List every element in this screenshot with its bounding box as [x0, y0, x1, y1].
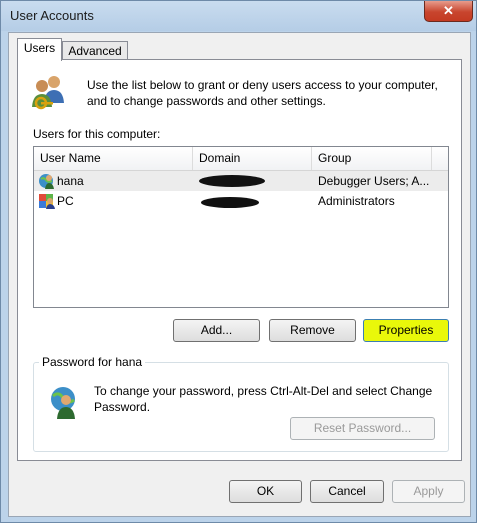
column-header-group[interactable]: Group — [312, 147, 432, 170]
list-header: User Name Domain Group — [34, 147, 448, 171]
redaction-mark — [201, 197, 259, 208]
tab-users[interactable]: Users — [17, 38, 62, 61]
ok-button[interactable]: OK — [229, 480, 302, 503]
intro-text: Use the list below to grant or deny user… — [87, 78, 438, 108]
add-button[interactable]: Add... — [173, 319, 260, 342]
users-group-icon — [32, 76, 64, 110]
list-item[interactable]: PC Administrators — [34, 191, 448, 211]
reset-password-button[interactable]: Reset Password... — [290, 417, 435, 440]
window-title: User Accounts — [10, 8, 94, 23]
user-accounts-window: User Accounts ✕ Users Advanced Use the l… — [0, 0, 477, 523]
row-user-name: PC — [57, 194, 74, 208]
row-user-name: hana — [57, 174, 84, 188]
properties-button[interactable]: Properties — [363, 319, 449, 342]
tab-advanced[interactable]: Advanced — [62, 41, 128, 61]
apply-button[interactable]: Apply — [392, 480, 465, 503]
password-group-title: Password for hana — [39, 355, 146, 369]
row-group: Debugger Users; A... — [318, 174, 430, 188]
users-tab-panel: Use the list below to grant or deny user… — [17, 59, 462, 461]
title-bar[interactable]: User Accounts ✕ — [1, 1, 476, 31]
cancel-button[interactable]: Cancel — [310, 480, 384, 503]
list-item[interactable]: hana Debugger Users; A... — [34, 171, 448, 191]
redaction-mark — [199, 175, 265, 187]
dialog-client: Users Advanced Use the list below to gra… — [8, 32, 471, 517]
column-header-domain[interactable]: Domain — [193, 147, 312, 170]
user-domain-icon — [39, 174, 54, 189]
row-group: Administrators — [318, 194, 395, 208]
password-instructions: To change your password, press Ctrl-Alt-… — [94, 384, 433, 414]
users-list-label: Users for this computer: — [33, 127, 161, 141]
column-header-user-name[interactable]: User Name — [34, 147, 193, 170]
password-group: Password for hana To change your passwor… — [33, 355, 449, 452]
close-button[interactable]: ✕ — [424, 1, 473, 22]
users-list[interactable]: User Name Domain Group hana Debugger Use… — [33, 146, 449, 308]
user-admin-icon — [39, 194, 55, 209]
close-icon: ✕ — [443, 3, 454, 18]
user-key-icon — [51, 387, 75, 419]
remove-button[interactable]: Remove — [269, 319, 356, 342]
